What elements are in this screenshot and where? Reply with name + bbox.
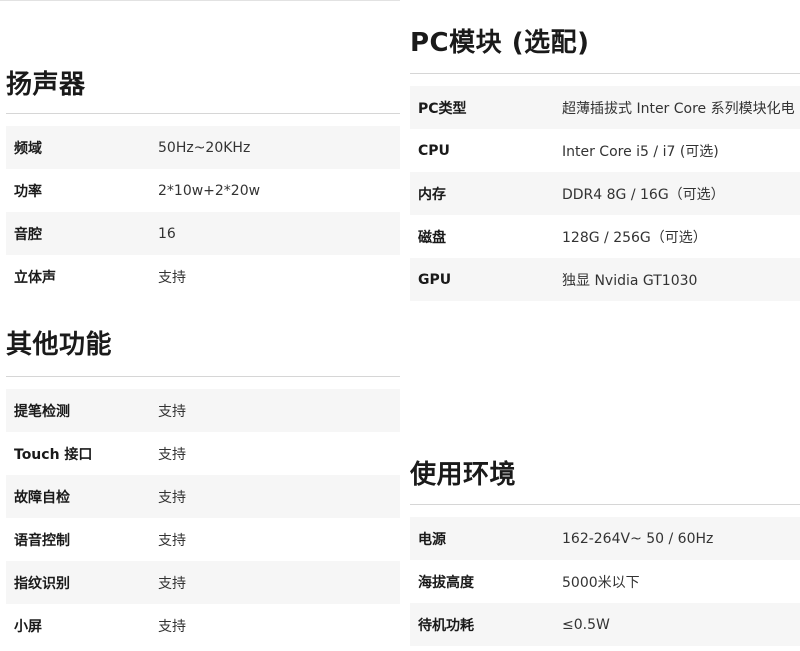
pc-module-section: PC模块 (选配) PC类型 超薄插拔式 Inter Core 系列模块化电 C…: [410, 28, 800, 301]
spec-row: 立体声 支持: [6, 255, 400, 298]
spec-table: PC类型 超薄插拔式 Inter Core 系列模块化电 CPU Inter C…: [410, 86, 800, 301]
spec-row: 音腔 16: [6, 212, 400, 255]
spec-row: 语音控制 支持: [6, 518, 400, 561]
spec-value: 支持: [158, 575, 186, 592]
spec-value: 支持: [158, 532, 186, 549]
section-divider: [6, 376, 400, 377]
section-divider: [410, 73, 800, 74]
spec-value: 50Hz~20KHz: [158, 139, 251, 156]
spec-row: Touch 接口 支持: [6, 432, 400, 475]
section-title: 扬声器: [6, 70, 86, 100]
section-title: 其他功能: [6, 330, 113, 360]
spec-row: 内存 DDR4 8G / 16G（可选）: [410, 172, 800, 215]
spec-value: 5000米以下: [562, 574, 640, 591]
spec-page: 扬声器 频域 50Hz~20KHz 功率 2*10w+2*20w 音腔 16 立…: [0, 0, 800, 651]
section-title: PC模块 (选配): [410, 28, 590, 58]
spec-label: CPU: [418, 142, 450, 159]
spec-label: 指纹识别: [14, 575, 70, 592]
spec-value: 支持: [158, 269, 186, 286]
spec-row: 故障自检 支持: [6, 475, 400, 518]
spec-value: 支持: [158, 489, 186, 506]
spec-row: 待机功耗 ≤0.5W: [410, 603, 800, 646]
spec-label: 提笔检测: [14, 403, 70, 420]
spec-label: GPU: [418, 271, 452, 288]
section-title: 使用环境: [410, 460, 517, 490]
spec-row: CPU Inter Core i5 / i7 (可选): [410, 129, 800, 172]
spec-value: 162-264V~ 50 / 60Hz: [562, 530, 714, 547]
spec-label: 音腔: [14, 226, 42, 243]
spec-row: 磁盘 128G / 256G（可选）: [410, 215, 800, 258]
spec-label: 小屏: [14, 618, 42, 635]
spec-value: 128G / 256G（可选）: [562, 229, 707, 246]
other-features-section: 其他功能 提笔检测 支持 Touch 接口 支持 故障自检 支持 语音控制 支持…: [6, 330, 400, 647]
spec-value: 2*10w+2*20w: [158, 182, 261, 199]
spec-table: 提笔检测 支持 Touch 接口 支持 故障自检 支持 语音控制 支持 指纹识别…: [6, 389, 400, 647]
spec-value: DDR4 8G / 16G（可选）: [562, 186, 725, 203]
section-divider: [6, 113, 400, 114]
section-divider: [410, 504, 800, 505]
spec-value: 支持: [158, 618, 186, 635]
spec-value: 16: [158, 225, 176, 242]
spec-value: 支持: [158, 446, 186, 463]
spec-row: 海拔高度 5000米以下: [410, 560, 800, 603]
spec-value: 支持: [158, 403, 186, 420]
spec-label: 待机功耗: [418, 617, 474, 634]
spec-label: 功率: [14, 183, 42, 200]
spec-row: 频域 50Hz~20KHz: [6, 126, 400, 169]
spec-row: 提笔检测 支持: [6, 389, 400, 432]
spec-label: 内存: [418, 186, 446, 203]
speaker-section: 扬声器 频域 50Hz~20KHz 功率 2*10w+2*20w 音腔 16 立…: [6, 70, 400, 298]
spec-label: 语音控制: [14, 532, 70, 549]
spec-row: PC类型 超薄插拔式 Inter Core 系列模块化电: [410, 86, 800, 129]
spec-row: 小屏 支持: [6, 604, 400, 647]
spec-table: 电源 162-264V~ 50 / 60Hz 海拔高度 5000米以下 待机功耗…: [410, 517, 800, 646]
spec-value: ≤0.5W: [562, 616, 610, 633]
spec-row: 功率 2*10w+2*20w: [6, 169, 400, 212]
spec-label: 故障自检: [14, 489, 70, 506]
environment-section: 使用环境 电源 162-264V~ 50 / 60Hz 海拔高度 5000米以下…: [410, 460, 800, 646]
spec-label: 磁盘: [418, 229, 446, 246]
spec-label: PC类型: [418, 100, 467, 117]
top-divider: [0, 0, 400, 1]
spec-label: 频域: [14, 140, 42, 157]
spec-row: 指纹识别 支持: [6, 561, 400, 604]
spec-label: 电源: [418, 531, 446, 548]
spec-label: 海拔高度: [418, 574, 474, 591]
spec-value: Inter Core i5 / i7 (可选): [562, 143, 719, 160]
spec-table: 频域 50Hz~20KHz 功率 2*10w+2*20w 音腔 16 立体声 支…: [6, 126, 400, 298]
spec-label: 立体声: [14, 269, 56, 286]
spec-label: Touch 接口: [14, 446, 93, 463]
spec-row: GPU 独显 Nvidia GT1030: [410, 258, 800, 301]
spec-row: 电源 162-264V~ 50 / 60Hz: [410, 517, 800, 560]
spec-value: 独显 Nvidia GT1030: [562, 272, 698, 289]
spec-value: 超薄插拔式 Inter Core 系列模块化电: [562, 100, 795, 117]
